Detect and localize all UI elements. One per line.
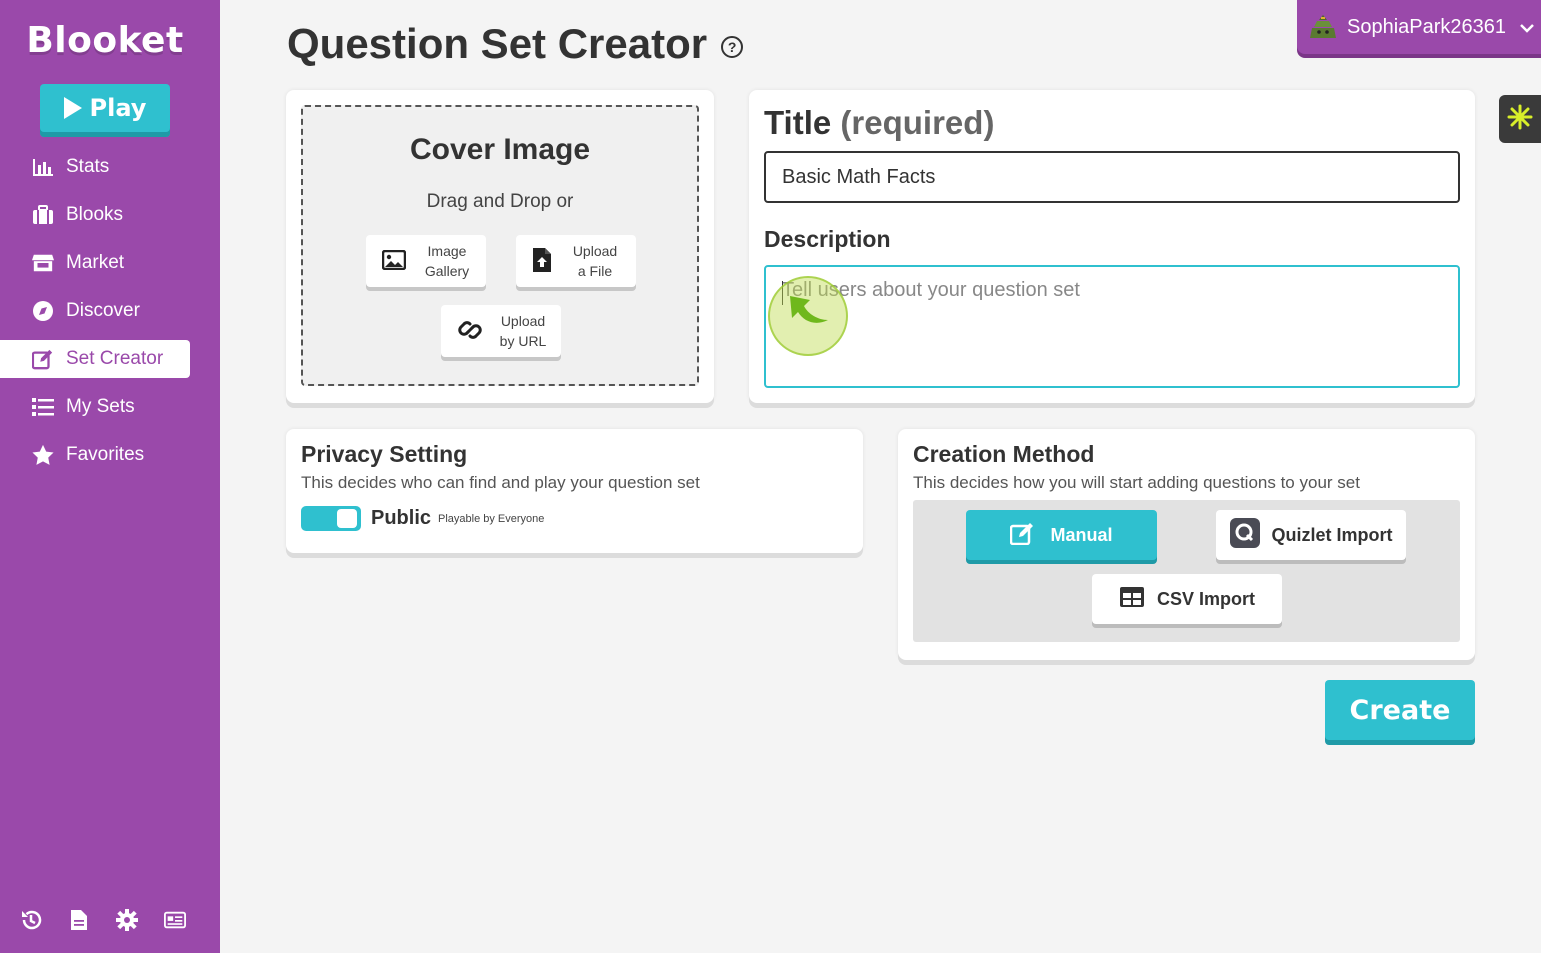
label-line: by URL [499,333,547,349]
cover-image-card: Cover Image Drag and Drop or Image Galler… [286,90,714,403]
sidebar-item-set-creator[interactable]: Set Creator [0,340,190,378]
file-upload-icon [532,247,552,276]
privacy-value-sublabel: Playable by Everyone [438,513,545,525]
blooket-logo[interactable]: Blooket [0,20,210,61]
cover-image-subtitle: Drag and Drop or [426,191,574,212]
user-menu[interactable]: SophiaPark26361 [1297,0,1541,54]
manual-button[interactable]: Manual [966,510,1157,560]
quizlet-icon [1229,517,1260,553]
upload-url-button[interactable]: Upload by URL [441,305,561,357]
quizlet-import-button[interactable]: Quizlet Import [1216,510,1406,560]
side-widget-tab[interactable] [1499,95,1541,143]
label-line: Image [427,243,467,259]
table-icon [1119,586,1145,613]
image-icon [381,249,407,273]
upload-file-label: Upload a File [562,241,636,281]
creation-method-options: Manual Quizlet Import CSV Import [913,500,1460,642]
edit-icon [32,348,54,370]
csv-import-label: CSV Import [1156,588,1255,609]
sidebar-item-label: Stats [66,156,110,177]
description-label: Description [764,226,891,252]
page-title: Question Set Creator ? [287,20,744,68]
privacy-value-label: Public [371,507,432,529]
csv-import-button[interactable]: CSV Import [1092,574,1282,624]
sidebar-item-label: Market [66,252,125,273]
sidebar-bottom-icons [20,909,186,931]
blooks-icon [32,204,54,226]
label-line: Gallery [424,263,470,279]
sidebar-item-my-sets[interactable]: My Sets [0,388,190,426]
compass-icon [32,300,54,322]
link-icon [457,317,483,346]
title-required-text: (required) [840,104,995,141]
chevron-down-icon [1520,16,1534,39]
sidebar-item-stats[interactable]: Stats [0,148,190,186]
description-textarea[interactable]: Tell users about your question set [764,265,1460,388]
manual-label: Manual [1050,524,1113,545]
toggle-knob [337,509,357,528]
list-icon [32,396,54,418]
document-icon[interactable] [68,909,90,931]
image-gallery-button[interactable]: Image Gallery [366,235,486,287]
label-line: a File [577,263,613,279]
help-icon[interactable]: ? [721,36,744,58]
privacy-toggle[interactable] [301,506,361,531]
sidebar-item-label: Favorites [66,444,145,465]
image-gallery-label: Image Gallery [416,241,486,281]
title-label: Title (required) [764,104,994,142]
title-description-card: Title (required) Basic Math Facts Descri… [749,90,1475,403]
star-icon [32,444,54,466]
page-title-text: Question Set Creator [287,20,708,67]
creation-method-subtitle: This decides how you will start adding q… [913,473,1360,492]
title-label-text: Title [764,104,832,141]
sidebar-item-label: My Sets [66,396,135,417]
gear-icon[interactable] [116,909,138,931]
creation-method-card: Creation Method This decides how you wil… [898,429,1475,660]
title-input[interactable]: Basic Math Facts [764,151,1460,203]
avatar [1309,13,1337,41]
username: SophiaPark26361 [1347,15,1507,38]
privacy-title: Privacy Setting [301,441,468,467]
sidebar-item-label: Blooks [66,204,124,225]
news-icon[interactable] [164,909,186,931]
privacy-setting-card: Privacy Setting This decides who can fin… [286,429,863,553]
upload-file-button[interactable]: Upload a File [516,235,636,287]
quizlet-import-label: Quizlet Import [1271,524,1393,545]
cover-image-title: Cover Image [409,133,591,166]
play-icon [63,97,82,119]
market-icon [32,252,54,274]
click-indicator [768,276,848,356]
upload-url-label: Upload by URL [493,311,561,351]
play-label: Play [89,94,147,122]
sidebar-item-favorites[interactable]: Favorites [0,436,190,474]
sidebar-nav: Stats Blooks Market Discover Set Creator [0,148,220,484]
label-line: Upload [500,313,546,329]
stats-icon [32,156,54,178]
sidebar-item-blooks[interactable]: Blooks [0,196,190,234]
play-button[interactable]: Play [40,84,170,137]
asterisk-icon [1506,103,1534,136]
sidebar: Blooket Play Stats Blooks Market Discove… [0,0,220,953]
create-button[interactable]: Create [1325,680,1475,740]
label-line: Upload [572,243,618,259]
sidebar-item-label: Set Creator [66,348,164,369]
privacy-subtitle: This decides who can find and play your … [301,473,700,492]
sidebar-item-market[interactable]: Market [0,244,190,282]
history-icon[interactable] [20,909,42,931]
cover-image-dropzone[interactable]: Cover Image Drag and Drop or Image Galler… [301,105,699,386]
creation-method-title: Creation Method [913,441,1095,467]
sidebar-item-label: Discover [66,300,140,321]
edit-icon [1010,521,1038,550]
sidebar-item-discover[interactable]: Discover [0,292,190,330]
